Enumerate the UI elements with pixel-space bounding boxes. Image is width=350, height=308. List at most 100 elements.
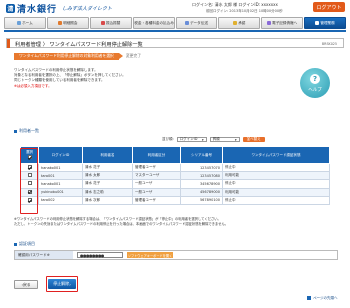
nav-label: 税金・各種料金の払込み	[134, 20, 174, 25]
auth-table: 確認用パスワード※ ●●●●●●●● ソフトウェアキーボードを開く	[14, 250, 338, 260]
sort-order-select[interactable]: 昇順 ▾	[209, 137, 240, 142]
nav-item[interactable]: ホーム	[4, 17, 46, 29]
chevron-down-icon: ▾	[201, 137, 204, 142]
nav-item[interactable]: 明細照会	[46, 17, 89, 29]
nav-item[interactable]: 承認	[218, 17, 261, 29]
step-indicator: ワンタイムパスワード利用停止解除の対象利用者を選択 変更完了	[14, 52, 209, 60]
cell-serial: 456789000	[180, 187, 223, 197]
cell-status: 停止中	[222, 162, 330, 173]
header-otp-status: ワンタイムパスワード認証状態	[222, 146, 330, 164]
instructions: ワンタイムパスワードの利用停止状態を解除します。 対象となる利用者を選択の上、「…	[14, 68, 274, 89]
required-note: ※は必須入力項目です。	[14, 83, 52, 88]
nav-icon	[17, 21, 22, 25]
cell-role: 管理者ユーザ	[132, 195, 181, 205]
confirm-password-input[interactable]: ●●●●●●●●	[77, 252, 123, 258]
table-row: taro001 清水 太郎 マスターユーザ 123457080 利用可能	[20, 171, 330, 181]
cell-status: 停止中	[222, 195, 330, 205]
nav-label: 承認	[238, 20, 246, 25]
notes: ※ワンタイムパスワードの利用停止状態を解除する場合は、「ワンタイムパスワード認証…	[14, 217, 334, 226]
nav-label: 振込振替	[106, 20, 121, 25]
submit-label: 停止解除	[53, 281, 70, 286]
service-name: しみず法人ダイレクト	[62, 6, 113, 12]
cell-login-id: taro001	[38, 171, 83, 181]
user-table: 選択 ログインID 利用者名 利用者区分 シリアル番号 ワンタイムパスワード認証…	[20, 146, 330, 205]
cell-name: 清水 志之助	[82, 187, 133, 197]
cell-serial: 123457070	[180, 162, 223, 173]
last-login-info: 前回ログイン: 2013年10月02日 10時00分00秒	[206, 9, 283, 13]
release-suspension-button[interactable]: 停止解除 ›	[48, 279, 76, 289]
software-keyboard-button[interactable]: ソフトウェアキーボードを開く	[127, 252, 173, 258]
table-row: hanako001 清水 花子 管理者ユーザ 123457070 停止中	[20, 162, 330, 173]
selection-highlight	[20, 148, 38, 214]
user-list-heading: 利用者一覧	[14, 128, 39, 134]
cell-name: 清水 花子	[82, 179, 133, 189]
nav-item[interactable]: 税金・各種料金の払込み	[132, 17, 175, 29]
nav-item[interactable]: 管理業務	[304, 17, 346, 29]
nav-item[interactable]: データ伝送	[175, 17, 218, 29]
nav-icon	[315, 21, 320, 25]
logout-button[interactable]: ログアウト	[313, 2, 345, 12]
sort-field-value: ログインID	[179, 137, 198, 141]
cell-serial: 123457080	[180, 171, 223, 181]
confirm-password-label: 確認用パスワード※	[15, 251, 73, 259]
back-button[interactable]: ‹ 戻る	[14, 280, 38, 289]
cell-name: 清水 太郎	[82, 171, 133, 181]
page-title-bar: 利用者管理 〉 ワンタイムパスワード利用停止解除一覧 BRSK025	[6, 38, 344, 48]
nav-label: データ伝送	[189, 20, 208, 25]
cell-login-id: hanako001	[38, 162, 83, 173]
chevron-down-icon: ▾	[234, 137, 237, 142]
nav-icon	[267, 21, 272, 25]
cell-serial: 567890100	[180, 195, 223, 205]
cell-role: 一般ユーザ	[132, 187, 181, 197]
nav-label: 管理業務	[320, 20, 335, 25]
table-header-row: 選択 ログインID 利用者名 利用者区分 シリアル番号 ワンタイムパスワード認証…	[20, 146, 330, 164]
cell-role: マスターユーザ	[132, 171, 181, 181]
section-marker-icon	[14, 242, 17, 246]
nav-item[interactable]: 振込振替	[89, 17, 132, 29]
bank-logo[interactable]: 清 清水銀行 しみず法人ダイレクト	[6, 3, 113, 15]
step-current: ワンタイムパスワード利用停止解除の対象利用者を選択	[14, 52, 119, 60]
sort-order-value: 昇順	[212, 137, 220, 141]
cell-name: 清水 次郎	[82, 195, 133, 205]
cell-name: 清水 花子	[82, 162, 133, 173]
screen-code: BRSK025	[321, 42, 337, 46]
nav-item[interactable]: 電子記録債権へ	[261, 17, 304, 29]
bank-name: 清水銀行	[17, 5, 58, 15]
sort-button[interactable]: 並べ替え	[242, 137, 265, 142]
auth-heading: 認証項目	[14, 241, 35, 247]
header-serial: シリアル番号	[180, 146, 223, 164]
page-title: 利用者管理 〉 ワンタイムパスワード利用停止解除一覧	[15, 41, 143, 48]
note-line: ただし、トークンの失効またはワンタイムパスワードの利用停止を行った場合は、本画面…	[14, 221, 229, 226]
help-icon: ?	[310, 74, 320, 84]
title-accent	[7, 39, 10, 48]
nav-label: 電子記録債権へ	[272, 20, 298, 25]
cell-role: 管理者ユーザ	[132, 162, 181, 173]
cell-status: 利用可能	[222, 171, 330, 181]
cell-role: 一般ユーザ	[132, 179, 181, 189]
step-arrow-icon	[118, 53, 123, 59]
nav-icon	[101, 21, 105, 25]
nav-icon	[184, 21, 189, 25]
bank-logo-icon: 清	[6, 4, 15, 13]
sort-label: 並び順:	[162, 137, 174, 141]
page-top-link[interactable]: ページの先頭へ	[307, 296, 338, 301]
header-user-role: 利用者区分	[132, 146, 181, 164]
help-button[interactable]: ? ヘルプ	[300, 68, 330, 98]
table-row: taro002 清水 次郎 管理者ユーザ 567890100 停止中	[20, 195, 330, 205]
table-row: yukinobu001 清水 志之助 一般ユーザ 456789000 利用可能	[20, 187, 330, 197]
header-user-name: 利用者名	[82, 146, 133, 164]
page-top-label: ページの先頭へ	[313, 296, 338, 300]
nav-label: 明細照会	[63, 20, 78, 25]
nav-label: ホーム	[22, 20, 33, 25]
help-label: ヘルプ	[308, 88, 322, 93]
cell-status: 利用可能	[222, 187, 330, 197]
back-label: 戻る	[22, 281, 31, 287]
table-row: hanako001 清水 花子 一般ユーザ 345678900 停止中	[20, 179, 330, 189]
chevron-right-icon: ›	[69, 281, 71, 287]
global-nav: ホーム 明細照会 振込振替 税金・各種料金の払込み データ伝送 承認 電子記録債権へ 管理業務	[4, 17, 346, 29]
cell-login-id: yukinobu001	[38, 187, 83, 197]
arrow-up-icon	[307, 296, 311, 300]
confirm-password-cell: ●●●●●●●● ソフトウェアキーボードを開く	[73, 251, 337, 259]
login-info: ログイン名: 清水 太郎 様 ログインID: xxxxxxx	[192, 2, 278, 7]
sort-field-select[interactable]: ログインID ▾	[176, 137, 207, 142]
